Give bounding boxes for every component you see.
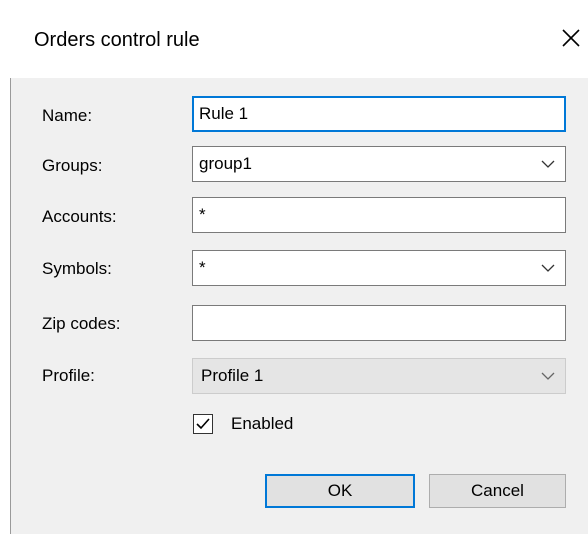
groups-label: Groups: [42, 156, 103, 175]
close-icon [562, 29, 580, 47]
dialog-title: Orders control rule [34, 29, 200, 51]
name-label: Name: [42, 106, 93, 125]
zip-codes-input[interactable] [192, 305, 566, 341]
chevron-down-icon[interactable] [541, 371, 555, 381]
chevron-down-icon[interactable] [541, 159, 555, 169]
symbols-label: Symbols: [42, 259, 112, 278]
zip-codes-label: Zip codes: [42, 314, 121, 333]
cancel-button[interactable]: Cancel [429, 474, 566, 508]
name-value: Rule 1 [199, 104, 249, 123]
groups-value: group1 [199, 154, 252, 173]
accounts-value: * [199, 205, 206, 224]
close-button[interactable] [552, 18, 588, 58]
enabled-label[interactable]: Enabled [231, 413, 293, 435]
profile-label: Profile: [42, 366, 95, 385]
checkmark-icon [196, 418, 210, 430]
profile-value: Profile 1 [201, 366, 264, 385]
chevron-down-icon[interactable] [541, 263, 555, 273]
name-input[interactable]: Rule 1 [192, 96, 566, 132]
symbols-value: * [199, 258, 206, 277]
orders-control-rule-dialog: Orders control rule Name: Rule 1 Groups:… [0, 0, 588, 534]
title-bar: Orders control rule [0, 0, 588, 78]
profile-combobox[interactable]: Profile 1 [192, 358, 566, 394]
symbols-combobox[interactable]: * [192, 250, 566, 286]
enabled-checkbox[interactable] [193, 414, 213, 434]
accounts-input[interactable]: * [192, 197, 566, 233]
ok-button[interactable]: OK [265, 474, 415, 508]
accounts-label: Accounts: [42, 207, 117, 226]
groups-combobox[interactable]: group1 [192, 146, 566, 182]
